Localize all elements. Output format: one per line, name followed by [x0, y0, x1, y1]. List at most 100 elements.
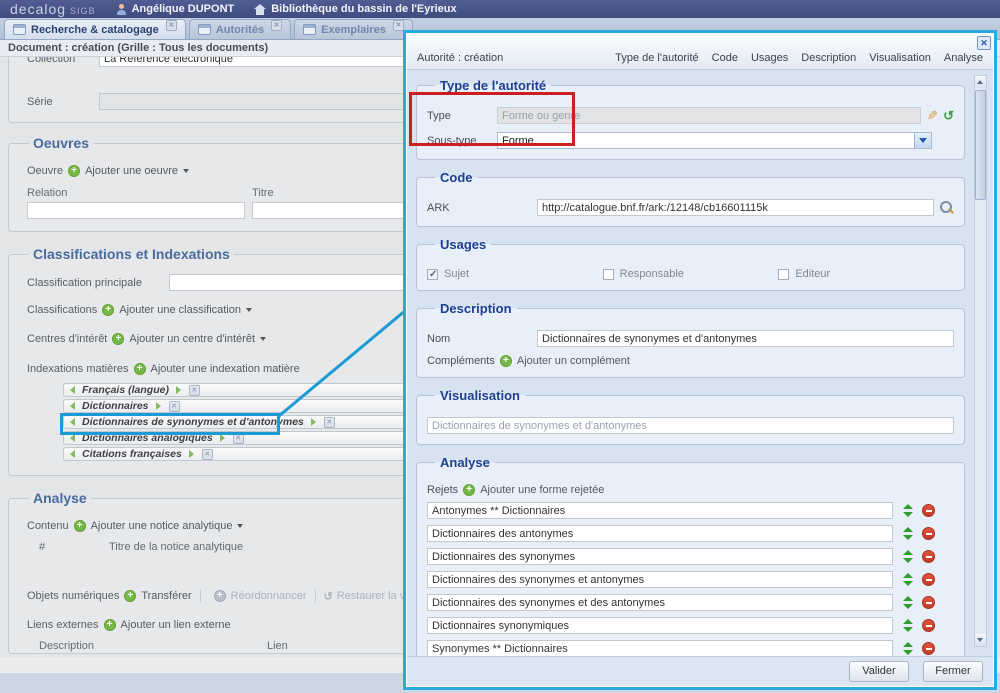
valider-button[interactable]: Valider: [849, 661, 909, 682]
code-title: Code: [435, 170, 478, 185]
fermer-button[interactable]: Fermer: [923, 661, 983, 682]
dialog-title: Autorité : création: [417, 52, 503, 64]
nom-input[interactable]: [537, 330, 954, 347]
remove-icon[interactable]: [922, 619, 935, 632]
reorder-icon[interactable]: [903, 550, 914, 563]
tag-close-icon[interactable]: [169, 401, 180, 412]
transferer-icon[interactable]: [124, 590, 136, 602]
reorder-icon[interactable]: [903, 596, 914, 609]
scroll-down-icon[interactable]: [975, 634, 986, 646]
search-ark-icon[interactable]: [940, 201, 954, 215]
tag-move-left-icon[interactable]: [70, 434, 75, 442]
tag-close-icon[interactable]: [189, 385, 200, 396]
dialog-nav-link[interactable]: Visualisation: [869, 52, 931, 64]
current-library[interactable]: Bibliothèque du bassin de l'Eyrieux: [254, 3, 456, 15]
add-oeuvre-link[interactable]: Ajouter une oeuvre: [85, 165, 178, 177]
tag-move-right-icon[interactable]: [311, 418, 316, 426]
edit-type-icon[interactable]: [927, 108, 938, 124]
tag-move-left-icon[interactable]: [70, 402, 75, 410]
rejected-form-input[interactable]: [427, 502, 893, 519]
tag-move-right-icon[interactable]: [220, 434, 225, 442]
transferer-link[interactable]: Transférer: [141, 590, 191, 602]
tag-move-right-icon[interactable]: [176, 386, 181, 394]
tag-close-icon[interactable]: [324, 417, 335, 428]
lien-column-label: Lien: [267, 640, 288, 652]
dialog-nav-link[interactable]: Analyse: [944, 52, 983, 64]
tab-close-icon[interactable]: [166, 20, 177, 31]
reorder-icon[interactable]: [903, 619, 914, 632]
dialog-nav-link[interactable]: Usages: [751, 52, 788, 64]
remove-icon[interactable]: [922, 504, 935, 517]
add-classification-caret-icon[interactable]: [246, 308, 252, 312]
add-rejet-link[interactable]: Ajouter une forme rejetée: [480, 484, 604, 496]
oeuvre-label: Oeuvre: [27, 165, 63, 177]
tag-label: Dictionnaires: [82, 400, 149, 412]
tab[interactable]: Exemplaires: [294, 19, 413, 39]
relation-input[interactable]: [27, 202, 245, 219]
remove-icon[interactable]: [922, 527, 935, 540]
add-notice-icon[interactable]: [74, 520, 86, 532]
soustype-dropdown-icon[interactable]: [914, 133, 931, 148]
reset-type-icon[interactable]: [943, 108, 954, 124]
add-centre-icon[interactable]: [112, 333, 124, 345]
add-classification-icon[interactable]: [102, 304, 114, 316]
tag-move-left-icon[interactable]: [70, 450, 75, 458]
checkbox-icon[interactable]: [427, 269, 438, 280]
tag-move-right-icon[interactable]: [156, 402, 161, 410]
rejected-form-input[interactable]: [427, 525, 893, 542]
checkbox-label: Editeur: [795, 268, 830, 280]
dialog-nav-link[interactable]: Type de l'autorité: [615, 52, 698, 64]
add-notice-caret-icon[interactable]: [237, 524, 243, 528]
rejected-form-input[interactable]: [427, 548, 893, 565]
description-title: Description: [435, 301, 517, 316]
tag-move-left-icon[interactable]: [70, 386, 75, 394]
rejected-form-input[interactable]: [427, 640, 893, 656]
visualisation-card: Visualisation: [416, 388, 965, 445]
add-indexation-link[interactable]: Ajouter une indexation matière: [151, 363, 300, 375]
dialog-scrollbar[interactable]: [974, 75, 987, 647]
dialog-nav-link[interactable]: Description: [801, 52, 856, 64]
add-complement-icon[interactable]: [500, 355, 512, 367]
checkbox-icon[interactable]: [778, 269, 789, 280]
remove-icon[interactable]: [922, 642, 935, 655]
reorder-icon[interactable]: [903, 573, 914, 586]
rejected-form-input[interactable]: [427, 571, 893, 588]
add-centre-caret-icon[interactable]: [260, 337, 266, 341]
dialog-nav-link[interactable]: Code: [712, 52, 738, 64]
tab[interactable]: Autorités: [189, 19, 291, 39]
tab[interactable]: Recherche & catalogage: [4, 19, 186, 39]
usage-checkbox[interactable]: Responsable: [603, 268, 779, 280]
remove-icon[interactable]: [922, 573, 935, 586]
remove-icon[interactable]: [922, 550, 935, 563]
separator: [315, 589, 316, 603]
checkbox-icon[interactable]: [603, 269, 614, 280]
add-classification-link[interactable]: Ajouter une classification: [119, 304, 241, 316]
add-oeuvre-caret-icon[interactable]: [183, 169, 189, 173]
tag-close-icon[interactable]: [202, 449, 213, 460]
add-complement-link[interactable]: Ajouter un complément: [517, 355, 630, 367]
scrollbar-thumb[interactable]: [975, 90, 986, 200]
reorder-icon[interactable]: [903, 504, 914, 517]
tab-close-icon[interactable]: [271, 20, 282, 31]
dialog-close-icon[interactable]: [977, 36, 991, 50]
remove-icon[interactable]: [922, 596, 935, 609]
rejected-form-row: [427, 571, 954, 588]
rejets-label: Rejets: [427, 484, 458, 496]
rejected-form-input[interactable]: [427, 594, 893, 611]
add-oeuvre-icon[interactable]: [68, 165, 80, 177]
add-centre-link[interactable]: Ajouter un centre d'intérêt: [129, 333, 255, 345]
add-lien-icon[interactable]: [104, 619, 116, 631]
usage-checkbox[interactable]: Editeur: [778, 268, 954, 280]
usage-checkbox[interactable]: Sujet: [427, 268, 603, 280]
rejected-form-input[interactable]: [427, 617, 893, 634]
add-rejet-icon[interactable]: [463, 484, 475, 496]
add-lien-link[interactable]: Ajouter un lien externe: [121, 619, 231, 631]
add-notice-link[interactable]: Ajouter une notice analytique: [91, 520, 233, 532]
reorder-icon[interactable]: [903, 527, 914, 540]
add-indexation-icon[interactable]: [134, 363, 146, 375]
tag-move-right-icon[interactable]: [189, 450, 194, 458]
current-user[interactable]: Angélique DUPONT: [116, 3, 235, 15]
reorder-icon[interactable]: [903, 642, 914, 655]
scroll-up-icon[interactable]: [975, 76, 986, 88]
ark-input[interactable]: [537, 199, 934, 216]
